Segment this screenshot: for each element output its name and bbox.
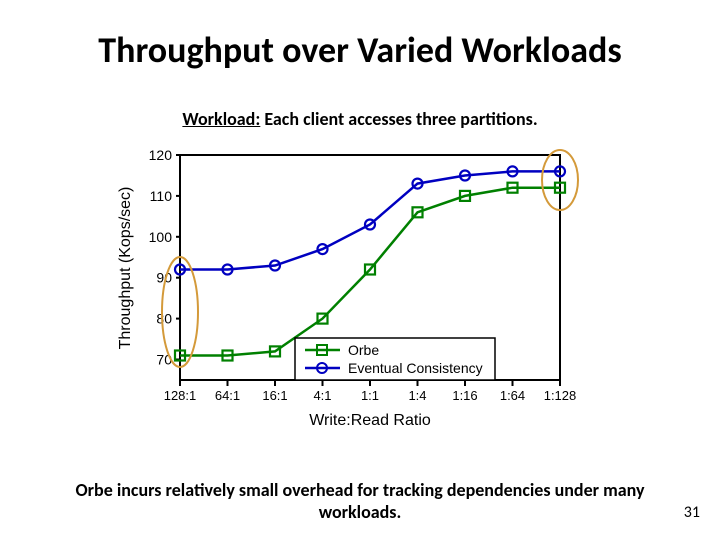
markers-orbe	[175, 183, 565, 361]
ytick-120: 120	[149, 147, 173, 163]
y-axis-label: Throughput (Kops/sec)	[117, 187, 134, 350]
page-number: 31	[684, 503, 700, 522]
xtick-8: 1:128	[544, 388, 577, 403]
xtick-2: 16:1	[262, 388, 287, 403]
xtick-3: 4:1	[313, 388, 331, 403]
xtick-1: 64:1	[215, 388, 240, 403]
xtick-5: 1:4	[408, 388, 426, 403]
chart-svg: 120 110 100 90 80 70 128:1 64:1 16:1 4:1…	[110, 140, 610, 440]
legend-ec: Eventual Consistency	[348, 360, 483, 376]
xtick-7: 1:64	[500, 388, 525, 403]
ytick-110: 110	[150, 188, 173, 204]
legend-orbe: Orbe	[348, 342, 379, 358]
xtick-6: 1:16	[452, 388, 477, 403]
subtitle-label: Workload:	[182, 108, 260, 130]
ytick-80: 80	[156, 311, 172, 327]
subtitle-rest: Each client accesses three partitions.	[260, 108, 537, 130]
legend: Orbe Eventual Consistency	[295, 338, 495, 380]
xtick-4: 1:1	[361, 388, 379, 403]
x-axis-label: Write:Read Ratio	[309, 412, 431, 429]
series-orbe	[180, 188, 560, 356]
x-axis: 128:1 64:1 16:1 4:1 1:1 1:4 1:16 1:64 1:…	[164, 380, 577, 403]
ytick-100: 100	[149, 229, 173, 245]
subtitle: Workload: Each client accesses three par…	[0, 108, 720, 130]
chart: 120 110 100 90 80 70 128:1 64:1 16:1 4:1…	[110, 140, 610, 440]
caption: Orbe incurs relatively small overhead fo…	[60, 480, 660, 523]
page-title: Throughput over Varied Workloads	[0, 28, 720, 72]
xtick-0: 128:1	[164, 388, 197, 403]
